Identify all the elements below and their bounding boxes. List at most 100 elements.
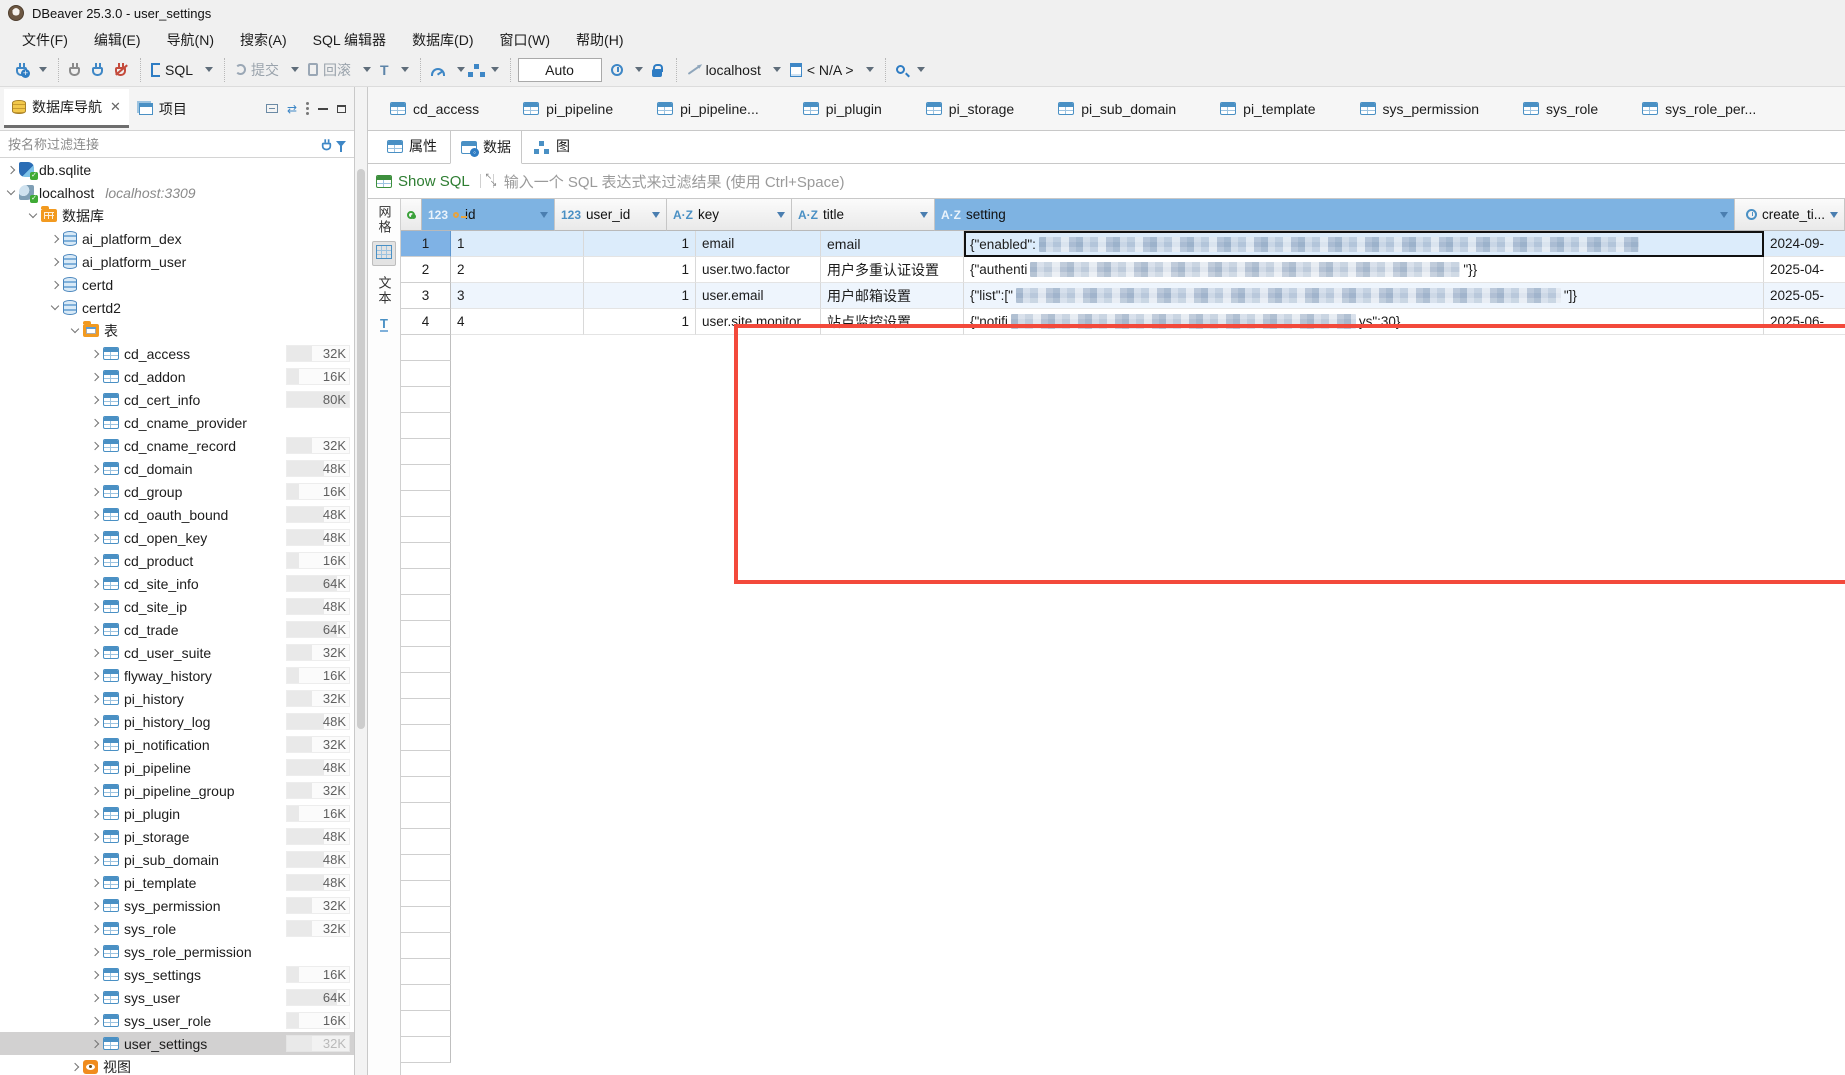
reconnect-button[interactable]: [89, 61, 106, 78]
tree-item[interactable]: cd_addon 16K: [0, 365, 354, 388]
transaction-log-button[interactable]: T: [377, 61, 392, 79]
cell-title[interactable]: 用户多重认证设置: [821, 257, 964, 283]
text-presentation-tab[interactable]: 文本 T: [375, 276, 394, 336]
tree-item[interactable]: cd_site_ip 48K: [0, 595, 354, 618]
row-number-cell[interactable]: [401, 361, 451, 387]
menu-item[interactable]: 帮助(H): [564, 27, 635, 53]
menu-item[interactable]: 搜索(A): [228, 27, 299, 53]
editor-tab[interactable]: pi_pipeline...: [635, 87, 781, 130]
row-number-cell[interactable]: [401, 647, 451, 673]
row-number-cell[interactable]: [401, 673, 451, 699]
cell-create-time[interactable]: 2025-04-: [1764, 257, 1845, 283]
row-number-cell[interactable]: [401, 959, 451, 985]
row-number-cell[interactable]: [401, 1037, 451, 1063]
tree-chevron-icon[interactable]: [91, 901, 99, 909]
tree-chevron-icon[interactable]: [91, 970, 99, 978]
minimize-icon[interactable]: [318, 108, 328, 110]
column-filter-dropdown[interactable]: [1830, 212, 1838, 218]
editor-tab[interactable]: pi_plugin: [781, 87, 904, 130]
close-tab-icon[interactable]: ✕: [110, 99, 121, 115]
tree-item[interactable]: cd_access 32K: [0, 342, 354, 365]
transaction-history-dropdown[interactable]: [635, 67, 643, 72]
row-number-cell[interactable]: [401, 985, 451, 1011]
cell-title[interactable]: 站点监控设置: [821, 309, 964, 335]
column-filter-dropdown[interactable]: [920, 212, 928, 218]
maximize-icon[interactable]: [337, 105, 346, 113]
cell-user-id[interactable]: 1: [584, 309, 696, 335]
expand-filter-icon[interactable]: [480, 174, 494, 188]
row-number-cell[interactable]: [401, 699, 451, 725]
show-sql-button[interactable]: Show SQL: [376, 173, 470, 190]
tree-item[interactable]: cd_oauth_bound 48K: [0, 503, 354, 526]
row-number-cell[interactable]: [401, 387, 451, 413]
row-number-cell[interactable]: [401, 829, 451, 855]
tree-chevron-icon[interactable]: [91, 464, 99, 472]
row-number-cell[interactable]: [401, 621, 451, 647]
tree-chevron-icon[interactable]: [51, 302, 59, 310]
transaction-log-dropdown[interactable]: [401, 67, 409, 72]
funnel-filter-icon[interactable]: [336, 141, 346, 147]
cell-key[interactable]: user.site.monitor: [696, 309, 821, 335]
cell-title[interactable]: 用户邮箱设置: [821, 283, 964, 309]
cell-title[interactable]: email: [821, 231, 964, 257]
row-number-cell[interactable]: [401, 595, 451, 621]
cell-key[interactable]: user.email: [696, 283, 821, 309]
commit-mode-combo[interactable]: Auto: [518, 58, 602, 82]
data-transfer-button[interactable]: [471, 68, 482, 72]
tree-chevron-icon[interactable]: [91, 993, 99, 1001]
tree-item[interactable]: cd_domain 48K: [0, 457, 354, 480]
row-number-cell[interactable]: 4: [401, 309, 451, 335]
row-number-cell[interactable]: [401, 491, 451, 517]
cell-setting[interactable]: {"enabled":: [964, 231, 1764, 257]
tree-chevron-icon[interactable]: [91, 418, 99, 426]
rollback-button[interactable]: 回滚: [305, 58, 354, 82]
tree-chevron-icon[interactable]: [91, 1039, 99, 1047]
tab-diagram[interactable]: 图: [524, 129, 581, 163]
tree-chevron-icon[interactable]: [7, 187, 15, 195]
transaction-history-button[interactable]: [608, 62, 626, 78]
tree-item[interactable]: cd_open_key 48K: [0, 526, 354, 549]
column-header[interactable]: A·Z setting: [935, 199, 1735, 231]
tree-item[interactable]: ai_platform_dex: [0, 227, 354, 250]
cell-key[interactable]: user.two.factor: [696, 257, 821, 283]
menu-item[interactable]: 编辑(E): [82, 27, 153, 53]
active-connection-dropdown[interactable]: [773, 67, 781, 72]
search-button[interactable]: [893, 63, 908, 76]
tree-chevron-icon[interactable]: [91, 809, 99, 817]
row-number-cell[interactable]: [401, 413, 451, 439]
grid-presentation-tab[interactable]: 网格: [372, 205, 396, 266]
row-number-cell[interactable]: [401, 543, 451, 569]
cell-user-id[interactable]: 1: [584, 257, 696, 283]
column-filter-dropdown[interactable]: [777, 212, 785, 218]
tree-item[interactable]: 数据库: [0, 204, 354, 227]
connect-button[interactable]: [66, 61, 83, 78]
row-number-cell[interactable]: [401, 855, 451, 881]
row-number-cell[interactable]: [401, 465, 451, 491]
tree-chevron-icon[interactable]: [71, 325, 79, 333]
active-schema-dropdown[interactable]: [866, 67, 874, 72]
tree-item[interactable]: sys_user 64K: [0, 986, 354, 1009]
tree-item[interactable]: cd_cert_info 80K: [0, 388, 354, 411]
row-number-cell[interactable]: 1: [401, 231, 451, 257]
column-header[interactable]: A·Z key: [667, 199, 792, 231]
active-schema-button[interactable]: < N/A >: [787, 60, 857, 80]
cell-setting[interactable]: {"authenti"}}: [964, 257, 1764, 283]
tree-item[interactable]: pi_template 48K: [0, 871, 354, 894]
tree-chevron-icon[interactable]: [91, 924, 99, 932]
menu-item[interactable]: 窗口(W): [488, 27, 563, 53]
tree-item[interactable]: cd_group 16K: [0, 480, 354, 503]
new-connection-button[interactable]: +: [13, 61, 30, 78]
row-number-cell[interactable]: [401, 725, 451, 751]
row-number-cell[interactable]: [401, 907, 451, 933]
tab-database-navigator[interactable]: 数据库导航 ✕: [4, 89, 129, 128]
tree-item[interactable]: sys_permission 32K: [0, 894, 354, 917]
cell-id[interactable]: 1: [451, 231, 584, 257]
tree-chevron-icon[interactable]: [91, 441, 99, 449]
tree-chevron-icon[interactable]: [91, 648, 99, 656]
tree-item[interactable]: certd: [0, 273, 354, 296]
tree-chevron-icon[interactable]: [91, 395, 99, 403]
tree-chevron-icon[interactable]: [51, 234, 59, 242]
tree-item[interactable]: cd_site_info 64K: [0, 572, 354, 595]
editor-tab[interactable]: pi_sub_domain: [1036, 87, 1198, 130]
menu-item[interactable]: 数据库(D): [400, 27, 485, 53]
